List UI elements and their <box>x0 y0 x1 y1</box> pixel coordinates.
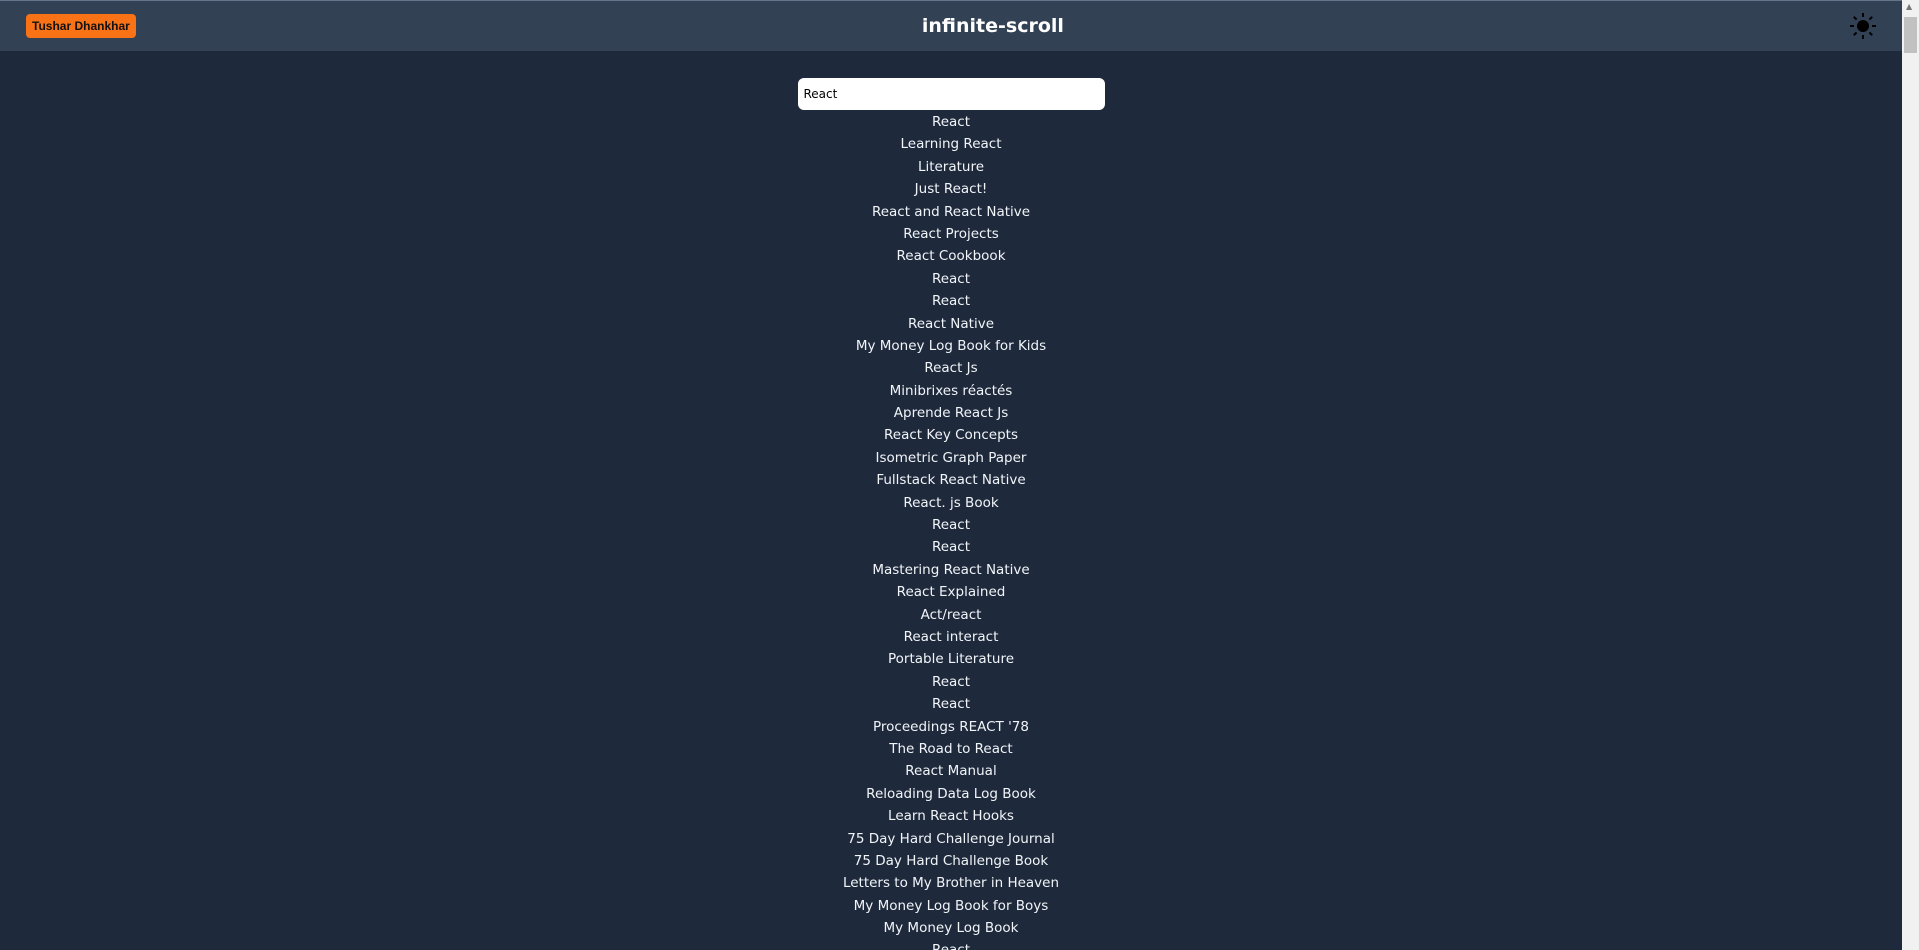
result-item: React. js Book <box>903 494 999 511</box>
result-item: React <box>931 517 971 534</box>
result-item: Portable Literature <box>887 651 1015 668</box>
result-item: Just React! <box>914 181 988 198</box>
result-item: Learning React <box>900 136 1002 153</box>
result-item: React Explained <box>896 584 1006 601</box>
result-item: Literature <box>917 158 985 175</box>
main: React Learning React Literature Just React!… <box>0 51 1902 950</box>
result-item: React <box>931 539 971 556</box>
result-item: Aprende React Js <box>893 405 1009 422</box>
page: Tushar Dhankhar infinite-scroll React Lea… <box>0 0 1902 950</box>
result-item: React <box>931 270 971 287</box>
result-item: My Money Log Book for Kids <box>855 337 1047 354</box>
result-item: 75 Day Hard Challenge Book <box>853 852 1049 869</box>
result-item: Isometric Graph Paper <box>875 449 1027 466</box>
app-title: infinite-scroll <box>921 15 1064 37</box>
result-item: React <box>931 293 971 310</box>
result-item: React Projects <box>903 225 999 242</box>
result-item: React Js <box>924 360 978 377</box>
result-item: React Manual <box>905 763 997 780</box>
result-item: My Money Log Book for Boys <box>853 897 1049 914</box>
result-item: Learn React Hooks <box>888 808 1014 825</box>
result-item: React interact <box>903 628 999 645</box>
result-item: Fullstack React Native <box>876 472 1026 489</box>
result-item: React and React Native <box>871 203 1031 220</box>
result-item: Minibrixes réactés <box>889 382 1013 399</box>
scrollbar-thumb[interactable] <box>1904 17 1917 53</box>
results-list: React Learning React Literature Just React!… <box>843 111 1059 950</box>
header: Tushar Dhankhar infinite-scroll <box>0 0 1902 51</box>
result-item: React <box>931 673 971 690</box>
result-item: My Money Log Book <box>883 920 1019 937</box>
result-item: Reloading Data Log Book <box>866 785 1036 802</box>
result-item: Proceedings REACT '78 <box>873 718 1029 735</box>
result-item: React Key Concepts <box>884 427 1018 444</box>
result-item: React Native <box>907 315 995 332</box>
result-item: Mastering React Native <box>872 561 1030 578</box>
result-item: Letters to My Brother in Heaven <box>842 875 1060 892</box>
sun-icon[interactable] <box>1849 13 1876 39</box>
user-button[interactable]: Tushar Dhankhar <box>26 14 136 38</box>
scrollbar[interactable]: ▲ <box>1902 0 1919 950</box>
result-item: Act/react <box>920 606 982 623</box>
result-item: React <box>843 939 1059 950</box>
result-item: React <box>931 114 971 130</box>
result-item: React Cookbook <box>896 248 1006 265</box>
result-item: The Road to React <box>889 740 1013 757</box>
search-input[interactable] <box>797 78 1105 110</box>
result-item: 75 Day Hard Challenge Journal <box>847 830 1055 847</box>
result-item: React <box>931 696 971 713</box>
scroll-up-arrow-icon[interactable]: ▲ <box>1906 2 1912 11</box>
